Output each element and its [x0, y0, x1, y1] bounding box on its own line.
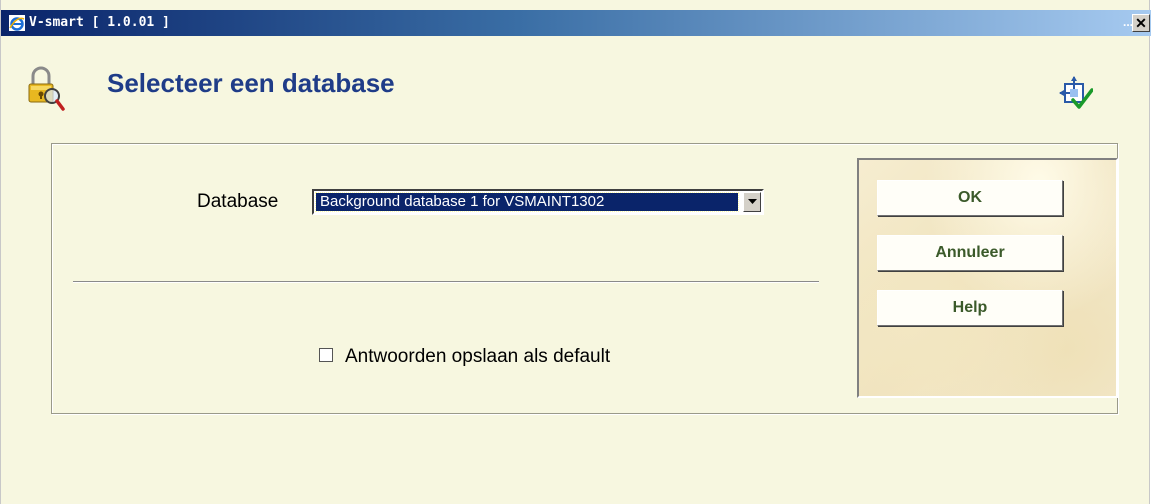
- database-label: Database: [197, 191, 279, 212]
- save-default-label[interactable]: Antwoorden opslaan als default: [345, 346, 610, 368]
- title-bar: V-smart [ 1.0.01 ] ... ✕: [1, 10, 1151, 36]
- dropdown-arrow-button[interactable]: [743, 192, 761, 212]
- database-select[interactable]: Background database 1 for VSMAINT1302: [312, 189, 764, 215]
- page-title: Selecteer een database: [107, 68, 395, 98]
- lock-magnifier-icon: [28, 66, 65, 111]
- window-title: V-smart [ 1.0.01 ]: [29, 15, 170, 30]
- close-button[interactable]: ✕: [1132, 14, 1150, 32]
- close-icon: ✕: [1135, 15, 1147, 31]
- help-button[interactable]: Help: [877, 290, 1063, 326]
- ie-icon: [9, 15, 25, 31]
- database-select-value[interactable]: Background database 1 for VSMAINT1302: [315, 192, 739, 212]
- divider: [73, 281, 819, 283]
- chevron-down-icon: [747, 199, 757, 204]
- application-window: V-smart [ 1.0.01 ] ... ✕ Selecteer een d…: [0, 0, 1151, 504]
- ok-button[interactable]: OK: [877, 180, 1063, 216]
- save-default-checkbox[interactable]: [319, 348, 333, 362]
- preferences-check-icon[interactable]: [1059, 76, 1093, 110]
- cancel-button[interactable]: Annuleer: [877, 235, 1063, 271]
